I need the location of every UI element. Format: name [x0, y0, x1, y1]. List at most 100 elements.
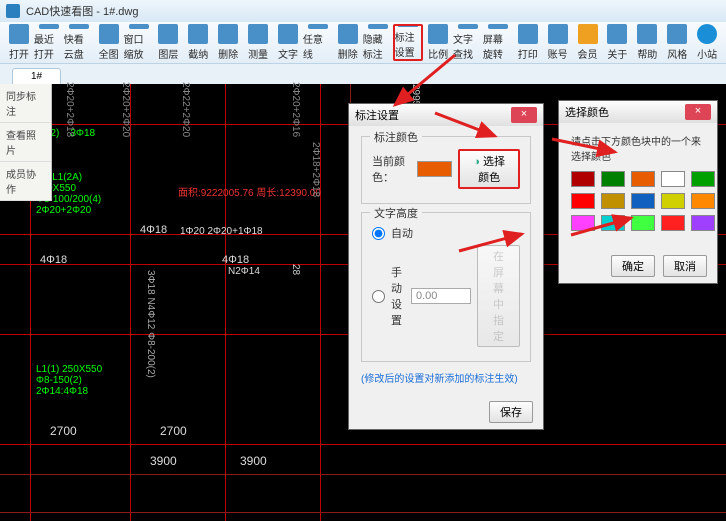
color-swatch[interactable]: [601, 215, 625, 231]
label-auto: 自动: [391, 225, 413, 241]
tool-icon: [548, 24, 568, 44]
tool-label: 帮助: [637, 46, 657, 61]
tool-删除[interactable]: 删除: [333, 24, 363, 61]
color-swatch[interactable]: [691, 215, 715, 231]
side-item[interactable]: 查看照片: [0, 123, 51, 162]
manual-value-input[interactable]: [411, 288, 471, 304]
save-button[interactable]: 保存: [489, 401, 533, 423]
bar-combo: 1Φ20 2Φ20+1Φ18: [180, 226, 263, 237]
vbar-1: 2Φ20+2Φ20: [120, 82, 131, 137]
tool-图层[interactable]: 图层: [153, 24, 183, 61]
color-swatch[interactable]: [661, 215, 685, 231]
cancel-button[interactable]: 取消: [663, 255, 707, 277]
tool-最近打开[interactable]: 最近打开: [34, 24, 64, 61]
radio-auto[interactable]: [372, 227, 385, 240]
tool-打开[interactable]: 打开: [4, 24, 34, 61]
tool-label: 风格: [667, 46, 687, 61]
tool-帮助[interactable]: 帮助: [632, 24, 662, 61]
tool-label: 截纳: [188, 46, 208, 61]
close-icon[interactable]: ×: [685, 104, 711, 120]
tool-测量[interactable]: 测量: [243, 24, 273, 61]
title-text: CAD快速看图 - 1#.dwg: [26, 3, 138, 19]
tool-icon: [218, 24, 238, 44]
side-item[interactable]: 成员协作: [0, 162, 51, 201]
tool-icon: [308, 24, 328, 29]
tool-icon: [428, 24, 448, 44]
tool-icon: [188, 24, 208, 44]
color-swatch[interactable]: [601, 193, 625, 209]
tool-label: 标注设置: [395, 29, 422, 59]
tool-标注设置[interactable]: 标注设置: [393, 24, 424, 61]
dlg2-title: 选择颜色: [565, 104, 609, 120]
tool-icon: [697, 24, 717, 44]
tool-label: 全图: [99, 46, 119, 61]
tool-label: 文字查找: [453, 31, 483, 61]
tool-文字[interactable]: 文字: [273, 24, 303, 61]
tool-label: 窗口缩放: [124, 31, 154, 61]
tool-全图[interactable]: 全图: [94, 24, 124, 61]
tool-icon: [578, 24, 598, 44]
tool-关于[interactable]: 关于: [602, 24, 632, 61]
tool-打印[interactable]: 打印: [513, 24, 543, 61]
tool-label: 隐藏标注: [363, 31, 393, 61]
tool-比例[interactable]: 比例: [423, 24, 453, 61]
tool-隐藏标注[interactable]: 隐藏标注: [363, 24, 393, 61]
color-swatch[interactable]: [571, 193, 595, 209]
color-swatch[interactable]: [661, 193, 685, 209]
tool-icon: [9, 24, 29, 44]
tool-icon: [488, 24, 508, 29]
specify-in-screen-button[interactable]: 在屏幕中指定: [477, 245, 520, 347]
color-swatch[interactable]: [631, 171, 655, 187]
close-icon[interactable]: ×: [511, 107, 537, 123]
tool-窗口缩放[interactable]: 窗口缩放: [124, 24, 154, 61]
tool-icon: [158, 24, 178, 44]
color-swatch[interactable]: [571, 215, 595, 231]
side-item[interactable]: 同步标注: [0, 84, 51, 123]
label-current-color: 当前颜色：: [372, 153, 411, 185]
tool-label: 图层: [158, 46, 178, 61]
dim-3900b: 3900: [240, 454, 267, 468]
ok-button[interactable]: 确定: [611, 255, 655, 277]
tool-风格[interactable]: 风格: [662, 24, 692, 61]
tool-label: 删除: [338, 46, 358, 61]
tool-任意线[interactable]: 任意线: [303, 24, 333, 61]
tool-icon: [518, 24, 538, 44]
color-swatch[interactable]: [691, 193, 715, 209]
side-panel: 同步标注查看照片成员协作: [0, 84, 52, 201]
color-swatch[interactable]: [691, 171, 715, 187]
group-text-height: 文字高度 自动 手动设置 在屏幕中指定: [361, 212, 531, 362]
color-swatch[interactable]: [571, 171, 595, 187]
radio-manual[interactable]: [372, 290, 385, 303]
color-swatch[interactable]: [661, 171, 685, 187]
color-swatch[interactable]: [601, 171, 625, 187]
tool-label: 文字: [278, 46, 298, 61]
titlebar: CAD快速看图 - 1#.dwg: [0, 0, 726, 22]
tool-小站[interactable]: 小站: [692, 24, 722, 61]
tool-icon: [368, 24, 388, 29]
color-palette: [571, 171, 705, 231]
tool-文字查找[interactable]: 文字查找: [453, 24, 483, 61]
tool-icon: [458, 24, 478, 29]
tool-截纳[interactable]: 截纳: [183, 24, 213, 61]
dlg1-titlebar[interactable]: 标注设置 ×: [349, 104, 543, 126]
color-swatch[interactable]: [631, 215, 655, 231]
vbar-4: 2Φ18+2Φ18: [310, 142, 321, 197]
tool-会员[interactable]: 会员: [573, 24, 603, 61]
tool-label: 最近打开: [34, 31, 64, 61]
tab-document[interactable]: 1#: [12, 68, 61, 84]
beam-l1: L1(1) 250X550 Φ8-150(2) 2Φ14:4Φ18: [36, 364, 102, 397]
vbar-0: 2Φ20+2Φ18: [64, 82, 75, 137]
tool-label: 比例: [428, 46, 448, 61]
tool-删除[interactable]: 删除: [213, 24, 243, 61]
dim-3900a: 3900: [150, 454, 177, 468]
tool-屏幕旋转[interactable]: 屏幕旋转: [483, 24, 513, 61]
dlg2-titlebar[interactable]: 选择颜色 ×: [559, 101, 717, 123]
color-swatch[interactable]: [631, 193, 655, 209]
bar-n2f14: N2Φ14: [228, 266, 260, 277]
tool-快看云盘[interactable]: 快看云盘: [64, 24, 94, 61]
tool-账号[interactable]: 账号: [543, 24, 573, 61]
tool-label: 删除: [218, 46, 238, 61]
pick-color-button[interactable]: ◑ 选择颜色: [458, 149, 520, 189]
vbar-2: 2Φ22+2Φ20: [180, 82, 191, 137]
grp-color-title: 标注颜色: [370, 129, 422, 145]
